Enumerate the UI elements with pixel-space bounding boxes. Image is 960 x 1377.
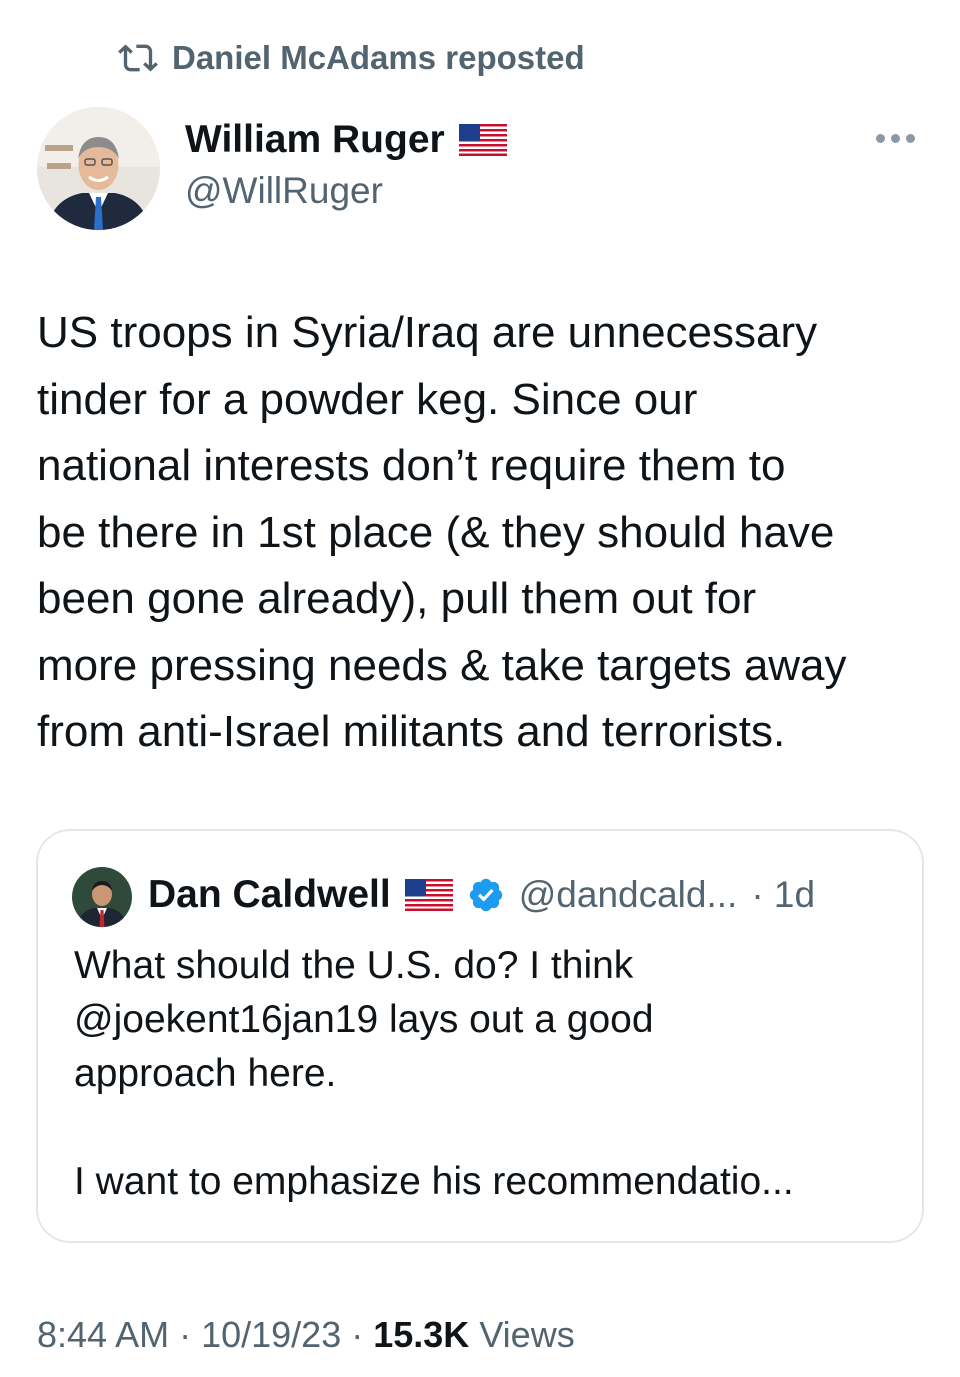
- quoted-author-avatar[interactable]: [72, 867, 132, 927]
- tweet-page: Daniel McAdams reposted William Ruger @W…: [0, 0, 960, 1377]
- tweet-line: more pressing needs & take targets away: [37, 640, 847, 690]
- views-label: Views: [469, 1314, 575, 1355]
- tweet-line: been gone already), pull them out for: [37, 574, 757, 623]
- tweet-line: US troops in Syria/Iraq are unnecessary: [37, 308, 818, 357]
- repost-header[interactable]: Daniel McAdams reposted: [118, 38, 585, 78]
- quoted-author-handle[interactable]: @dandcald...: [519, 874, 738, 916]
- quoted-line: I want to emphasize his recommendatio...: [74, 1160, 794, 1203]
- repost-icon: [118, 44, 158, 72]
- quoted-author-name[interactable]: Dan Caldwell: [148, 873, 391, 917]
- quoted-line: What should the U.S. do? I think: [74, 944, 634, 987]
- meta-separator: ·: [169, 1314, 202, 1355]
- meta-separator: ·: [341, 1314, 374, 1355]
- us-flag-icon: [458, 124, 507, 156]
- quoted-tweet-card[interactable]: Dan Caldwell @dandcald... · 1d What shou…: [36, 829, 924, 1243]
- us-flag-icon: [404, 879, 453, 911]
- tweet-line: tinder for a powder keg. Since our: [37, 374, 698, 424]
- quoted-line: @joekent16jan19 lays out a good: [74, 998, 654, 1041]
- author-avatar[interactable]: [37, 107, 160, 230]
- quoted-header: Dan Caldwell @dandcald... · 1d: [148, 873, 815, 917]
- quoted-line-break: [74, 1101, 894, 1155]
- repost-label: Daniel McAdams reposted: [172, 39, 585, 76]
- tweet-line: be there in 1st place (& they should hav…: [37, 507, 835, 557]
- quoted-tweet-text: What should the U.S. do? I think @joeken…: [74, 939, 894, 1209]
- quoted-tweet-age[interactable]: · 1d: [751, 874, 815, 916]
- tweet-line: from anti-Israel militants and terrorist…: [37, 707, 786, 756]
- tweet-time[interactable]: 8:44 AM: [37, 1314, 169, 1355]
- author-handle[interactable]: @WillRuger: [185, 170, 507, 212]
- views-count: 15.3K: [373, 1314, 470, 1355]
- tweet-meta: 8:44 AM · 10/19/23 · 15.3K Views: [37, 1314, 575, 1356]
- tweet-date[interactable]: 10/19/23: [201, 1314, 341, 1355]
- more-options-icon[interactable]: [876, 134, 915, 143]
- tweet-text: US troops in Syria/Iraq are unnecessary …: [37, 300, 937, 766]
- author-block[interactable]: William Ruger @WillRuger: [185, 118, 507, 212]
- author-name[interactable]: William Ruger: [185, 118, 445, 162]
- quoted-line: approach here.: [74, 1052, 337, 1095]
- verified-badge-icon: [469, 878, 502, 912]
- tweet-line: national interests don’t require them to: [37, 441, 786, 490]
